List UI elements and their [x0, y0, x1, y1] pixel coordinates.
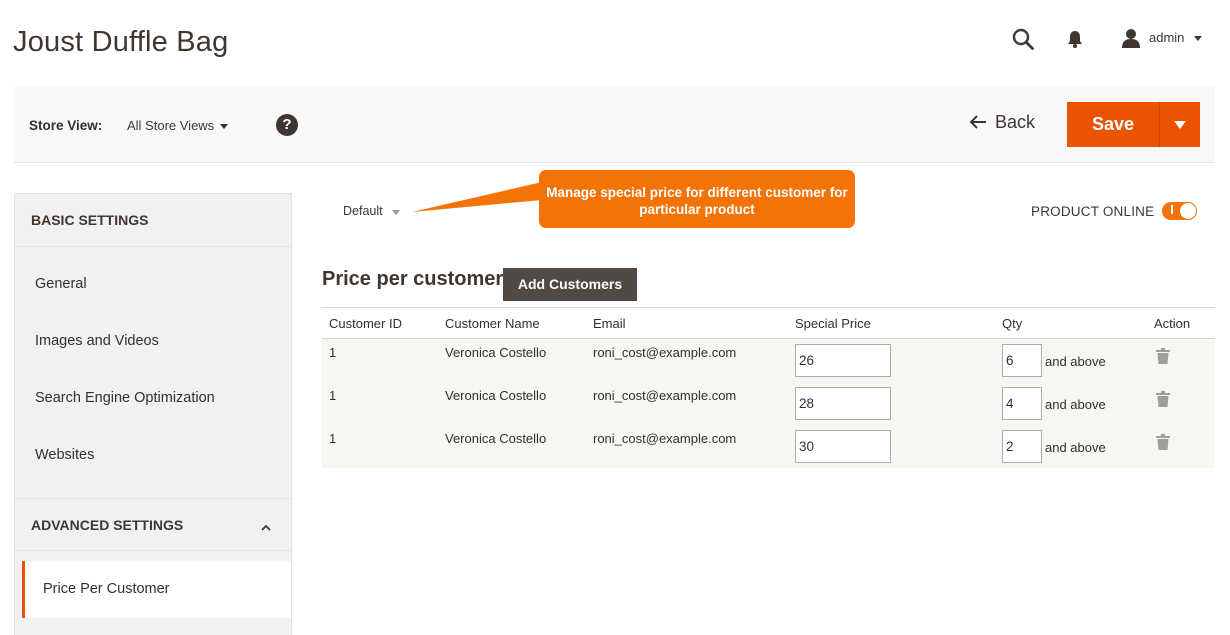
table-row: 1 Veronica Costello roni_cost@example.co… [322, 425, 1215, 468]
column-header-special-price: Special Price [795, 316, 871, 331]
cell-customer-name: Veronica Costello [445, 345, 547, 360]
scope-switcher[interactable]: Default [343, 204, 383, 218]
save-button[interactable]: Save [1067, 102, 1159, 147]
callout-annotation: Manage special price for different custo… [539, 170, 855, 228]
chevron-down-icon[interactable] [220, 124, 228, 129]
chevron-up-icon[interactable] [261, 523, 271, 533]
add-customers-button[interactable]: Add Customers [503, 268, 637, 301]
qty-input[interactable]: 2 [1002, 430, 1042, 463]
chevron-down-icon [1174, 121, 1186, 129]
special-price-input[interactable]: 26 [795, 344, 891, 377]
sidebar-item-price-per-customer[interactable]: Price Per Customer [22, 561, 291, 618]
qty-suffix: and above [1045, 354, 1106, 369]
trash-icon[interactable] [1156, 348, 1170, 364]
qty-input[interactable]: 4 [1002, 387, 1042, 420]
price-per-customer-grid: Customer ID Customer Name Email Special … [322, 307, 1215, 468]
toggle-knob [1180, 203, 1196, 219]
sidebar-heading-basic-settings[interactable]: BASIC SETTINGS [15, 194, 291, 247]
table-row: 1 Veronica Costello roni_cost@example.co… [322, 382, 1215, 425]
sidebar-item-seo[interactable]: Search Engine Optimization [15, 370, 291, 427]
sidebar-item-general[interactable]: General [15, 256, 291, 313]
user-menu-label[interactable]: admin [1149, 30, 1184, 45]
sidebar-heading-advanced-settings[interactable]: ADVANCED SETTINGS [15, 498, 291, 551]
arrow-left-icon [969, 115, 986, 129]
trash-icon[interactable] [1156, 391, 1170, 407]
back-button[interactable]: Back [969, 112, 1035, 138]
callout-pointer [412, 182, 542, 212]
column-header-action: Action [1154, 316, 1191, 331]
user-icon[interactable] [1121, 28, 1141, 48]
sidebar-item-images-and-videos[interactable]: Images and Videos [15, 313, 291, 370]
page-actions-toolbar: Store View: All Store Views ? Back Save [14, 86, 1215, 163]
grid-body: 1 Veronica Costello roni_cost@example.co… [322, 339, 1215, 468]
column-header-qty: Qty [1002, 316, 1023, 331]
toggle-on-mark [1171, 205, 1173, 214]
trash-icon[interactable] [1156, 434, 1170, 450]
header-actions: admin [1000, 24, 1230, 54]
search-icon[interactable] [1012, 28, 1034, 50]
product-online-toggle[interactable] [1162, 202, 1197, 220]
cell-customer-name: Veronica Costello [445, 431, 547, 446]
qty-input[interactable]: 6 [1002, 344, 1042, 377]
bell-icon[interactable] [1067, 30, 1083, 48]
cell-email: roni_cost@example.com [593, 431, 737, 446]
cell-email: roni_cost@example.com [593, 345, 737, 360]
sidebar-heading-label: ADVANCED SETTINGS [31, 517, 184, 533]
chevron-down-icon[interactable] [392, 210, 400, 215]
product-online-label: PRODUCT ONLINE [1031, 204, 1155, 219]
cell-customer-id: 1 [329, 345, 337, 360]
column-header-customer-name: Customer Name [445, 316, 540, 331]
store-view-switcher[interactable]: All Store Views [127, 118, 214, 133]
qty-suffix: and above [1045, 440, 1106, 455]
special-price-input[interactable]: 30 [795, 430, 891, 463]
section-title: Price per customer [322, 268, 504, 290]
special-price-input[interactable]: 28 [795, 387, 891, 420]
column-header-email: Email [593, 316, 626, 331]
store-view-label: Store View: [29, 118, 103, 133]
sidebar-item-websites[interactable]: Websites [15, 427, 291, 484]
product-tabs-sidebar: BASIC SETTINGS General Images and Videos… [14, 193, 292, 635]
page-title: Joust Duffle Bag [13, 26, 229, 58]
grid-header: Customer ID Customer Name Email Special … [322, 307, 1215, 339]
save-options-button[interactable] [1159, 102, 1200, 147]
table-row: 1 Veronica Costello roni_cost@example.co… [322, 339, 1215, 382]
column-header-customer-id: Customer ID [329, 316, 402, 331]
cell-customer-id: 1 [329, 388, 337, 403]
qty-suffix: and above [1045, 397, 1106, 412]
cell-customer-name: Veronica Costello [445, 388, 547, 403]
chevron-down-icon[interactable] [1194, 36, 1202, 41]
cell-email: roni_cost@example.com [593, 388, 737, 403]
cell-customer-id: 1 [329, 431, 337, 446]
back-button-label: Back [995, 112, 1036, 132]
help-icon[interactable]: ? [276, 114, 298, 136]
